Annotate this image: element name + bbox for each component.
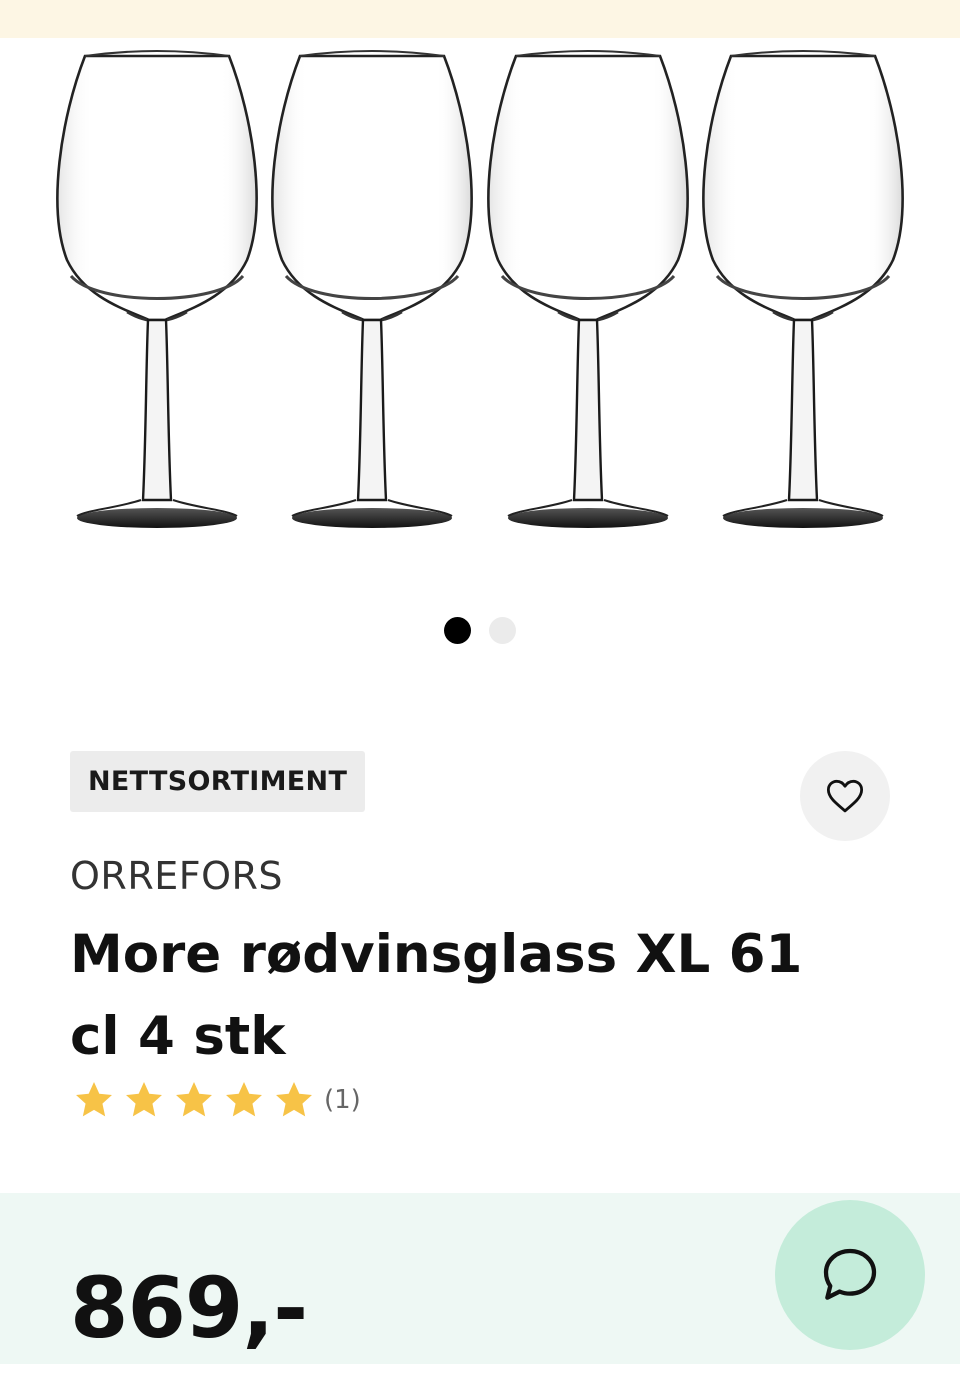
rating-stars (72, 1078, 316, 1122)
heart-icon (826, 779, 864, 813)
star-icon (176, 1082, 212, 1117)
star-icon (226, 1082, 262, 1117)
star-icon (126, 1082, 162, 1117)
chat-bubble-icon (823, 1248, 877, 1300)
review-count: (1) (324, 1085, 361, 1115)
star-icon (276, 1082, 312, 1117)
product-price: 869,- (70, 1259, 308, 1357)
product-rating[interactable]: (1) (72, 1078, 361, 1122)
chat-button[interactable] (775, 1200, 925, 1350)
gallery-pagination (0, 617, 960, 644)
availability-badge: NETTSORTIMENT (70, 751, 366, 812)
product-title: More rødvinsglass XL 61 cl 4 stk (70, 924, 803, 1067)
top-banner-strip (0, 0, 960, 38)
star-icon (76, 1082, 112, 1117)
gallery-dot-1[interactable] (444, 617, 471, 644)
product-image-gallery[interactable] (0, 38, 960, 598)
gallery-dot-2[interactable] (489, 617, 516, 644)
favorite-button[interactable] (800, 751, 890, 841)
product-brand[interactable]: ORREFORS (70, 854, 283, 898)
product-image (55, 49, 905, 530)
bottom-spacer (0, 1364, 960, 1395)
